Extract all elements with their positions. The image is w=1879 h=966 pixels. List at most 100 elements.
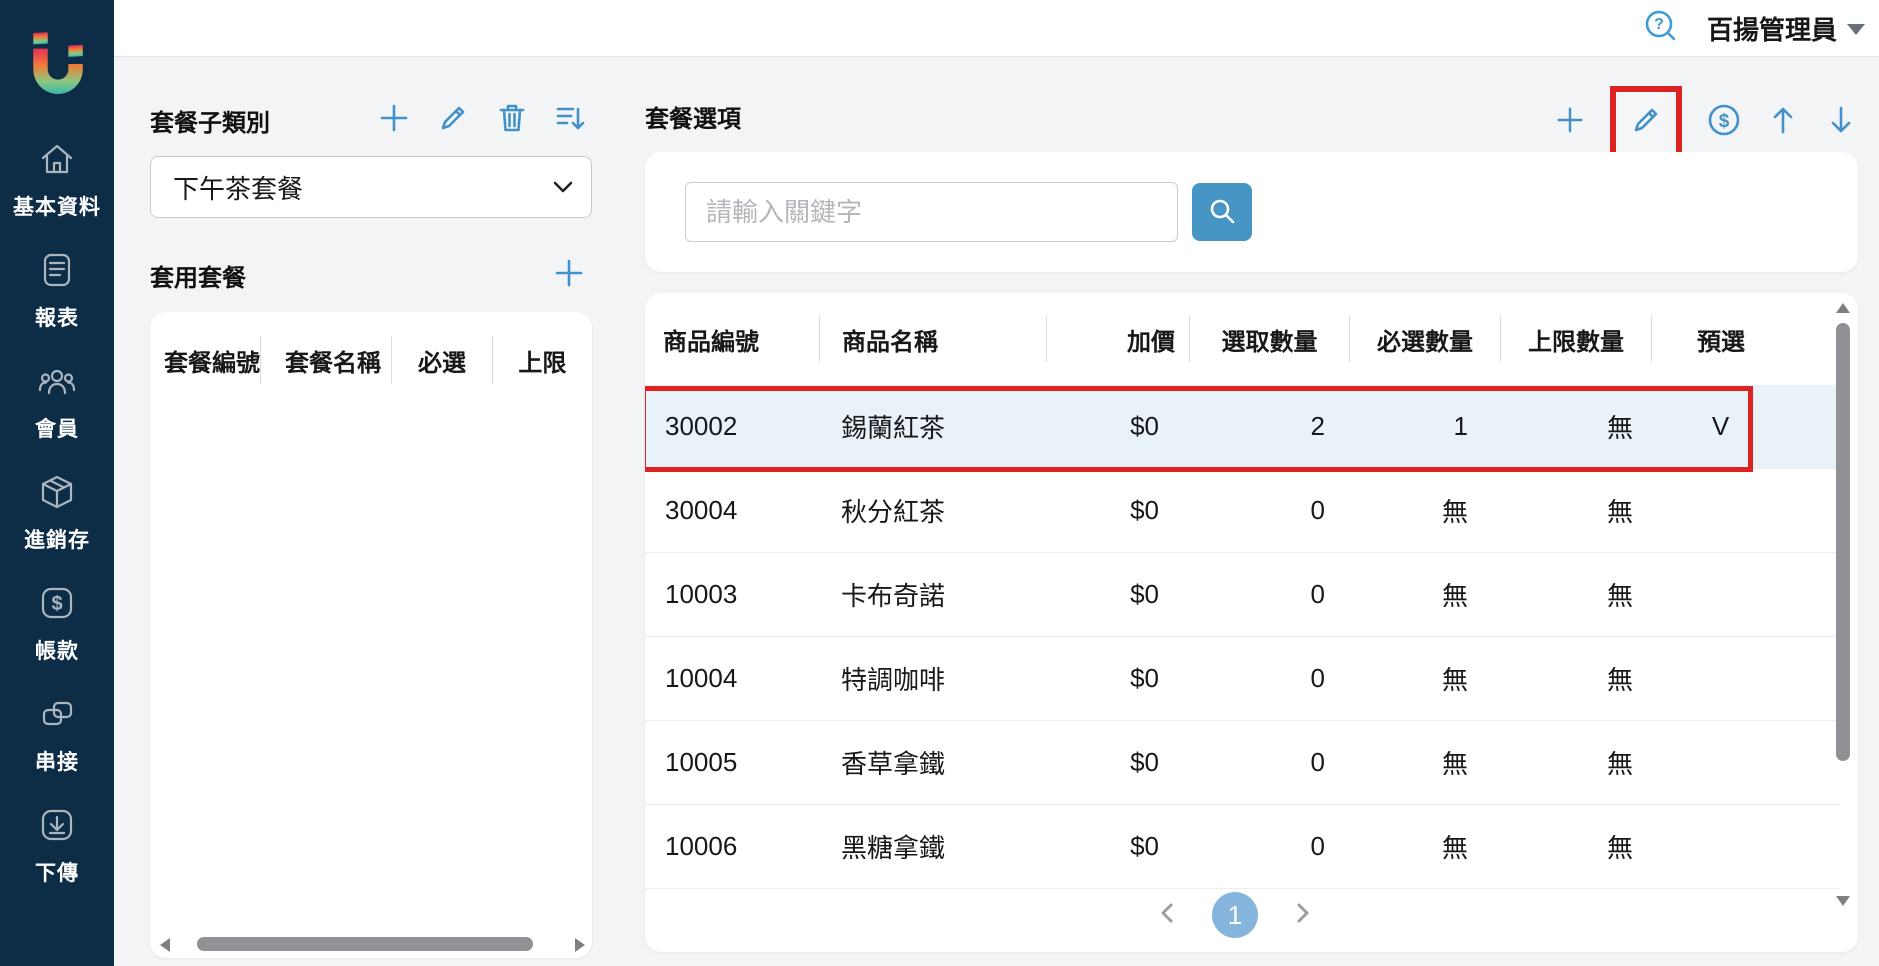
combo-options-toolbar: $ — [1554, 85, 1858, 159]
column-header: 商品編號 — [645, 316, 819, 362]
sidebar-item-basic-data[interactable]: 基本資料 — [13, 139, 101, 221]
search-icon — [1207, 196, 1237, 229]
pagination: 1 — [645, 892, 1825, 938]
scrollbar-thumb[interactable] — [197, 937, 533, 951]
admin-user-menu[interactable]: 百揚管理員 — [1707, 10, 1865, 47]
table-row[interactable]: 30002 錫蘭紅茶 $0 2 1 無 V — [645, 385, 1840, 469]
chevron-down-icon — [553, 181, 573, 193]
cell-select-qty: 0 — [1189, 747, 1349, 778]
applied-combos-table: 套餐編號 套餐名稱 必選 上限 — [150, 312, 592, 958]
horizontal-scrollbar[interactable] — [150, 936, 592, 952]
scrollbar-thumb[interactable] — [1836, 323, 1850, 761]
table-row[interactable]: 10004 特調咖啡 $0 0 無 無 — [645, 637, 1840, 721]
column-header: 預選 — [1651, 316, 1790, 362]
sort-subcategory-button[interactable] — [554, 101, 588, 140]
main-area: ? 百揚管理員 套餐子類別 — [114, 0, 1879, 966]
edit-subcategory-button[interactable] — [436, 101, 470, 140]
sidebar-item-download[interactable]: 下傳 — [35, 805, 79, 887]
cell-required-qty: 無 — [1349, 660, 1500, 697]
cell-limit-qty: 無 — [1500, 576, 1651, 613]
sidebar-item-label: 串接 — [35, 746, 79, 776]
prev-page-button[interactable] — [1156, 901, 1178, 930]
sidebar-item-reports[interactable]: 報表 — [35, 250, 79, 332]
cell-required-qty: 無 — [1349, 828, 1500, 865]
column-header: 加價 — [1046, 316, 1189, 362]
search-bar — [645, 152, 1858, 272]
cell-price: $0 — [1046, 747, 1189, 778]
cell-product-name: 秋分紅茶 — [819, 492, 1046, 529]
right-panel: 套餐選項 $ — [645, 85, 1858, 963]
cell-required-qty: 1 — [1349, 411, 1500, 442]
search-input[interactable] — [685, 182, 1178, 242]
sidebar-item-members[interactable]: 會員 — [35, 361, 79, 443]
cell-required-qty: 無 — [1349, 492, 1500, 529]
download-icon — [37, 805, 77, 850]
table-row[interactable]: 30004 秋分紅茶 $0 0 無 無 — [645, 469, 1840, 553]
topbar: ? 百揚管理員 — [114, 0, 1879, 57]
cell-product-id: 10005 — [645, 747, 819, 778]
search-button[interactable] — [1192, 183, 1252, 241]
table-header-row: 商品編號 商品名稱 加價 選取數量 必選數量 上限數量 預選 — [645, 293, 1858, 385]
delete-subcategory-button[interactable] — [495, 101, 529, 140]
sidebar-item-label: 報表 — [35, 302, 79, 332]
next-page-button[interactable] — [1292, 901, 1314, 930]
scroll-left-arrow[interactable] — [160, 938, 170, 952]
sidebar-item-label: 下傳 — [35, 857, 79, 887]
column-header: 必選 — [391, 336, 491, 384]
billing-icon: $ — [37, 583, 77, 628]
table-row[interactable]: 10005 香草拿鐵 $0 0 無 無 — [645, 721, 1840, 805]
add-subcategory-button[interactable] — [377, 101, 411, 140]
add-applied-combo-button[interactable] — [552, 256, 586, 295]
cell-required-qty: 無 — [1349, 744, 1500, 781]
help-icon[interactable]: ? — [1643, 8, 1679, 49]
svg-text:?: ? — [1654, 16, 1664, 33]
column-header: 上限 — [492, 336, 592, 384]
cell-product-id: 10004 — [645, 663, 819, 694]
price-option-button[interactable]: $ — [1706, 102, 1742, 143]
sidebar-item-billing[interactable]: $ 帳款 — [35, 583, 79, 665]
svg-text:$: $ — [1719, 111, 1730, 132]
cell-select-qty: 0 — [1189, 579, 1349, 610]
applied-combos-header-row: 套餐編號 套餐名稱 必選 上限 — [150, 336, 592, 384]
cell-price: $0 — [1046, 495, 1189, 526]
cell-product-name: 卡布奇諾 — [819, 576, 1046, 613]
column-header: 必選數量 — [1349, 316, 1500, 362]
left-panel: 套餐子類別 下午茶套餐 套用套餐 — [150, 95, 592, 963]
cell-limit-qty: 無 — [1500, 408, 1651, 445]
cell-limit-qty: 無 — [1500, 828, 1651, 865]
cell-product-name: 錫蘭紅茶 — [819, 408, 1046, 445]
sidebar-item-label: 基本資料 — [13, 191, 101, 221]
annotation-red-box-edit — [1610, 86, 1682, 159]
vertical-scrollbar[interactable] — [1835, 299, 1851, 946]
table-row[interactable]: 10006 黑糖拿鐵 $0 0 無 無 — [645, 805, 1840, 889]
cell-limit-qty: 無 — [1500, 492, 1651, 529]
sidebar-item-integration[interactable]: 串接 — [35, 694, 79, 776]
subcategory-title: 套餐子類別 — [150, 103, 270, 138]
scroll-up-arrow[interactable] — [1836, 303, 1850, 313]
report-icon — [37, 250, 77, 295]
column-header: 商品名稱 — [819, 316, 1046, 362]
move-down-button[interactable] — [1824, 103, 1858, 142]
subcategory-selected-value: 下午茶套餐 — [173, 169, 303, 206]
column-header: 上限數量 — [1500, 316, 1651, 362]
cell-product-name: 黑糖拿鐵 — [819, 828, 1046, 865]
cell-select-qty: 0 — [1189, 831, 1349, 862]
column-header: 套餐編號 — [150, 336, 260, 384]
brand-logo — [31, 30, 83, 101]
scroll-down-arrow[interactable] — [1836, 896, 1850, 906]
column-header: 套餐名稱 — [260, 336, 391, 384]
cell-limit-qty: 無 — [1500, 660, 1651, 697]
scroll-right-arrow[interactable] — [575, 938, 585, 952]
cell-select-qty: 2 — [1189, 411, 1349, 442]
move-up-button[interactable] — [1766, 103, 1800, 142]
current-page-button[interactable]: 1 — [1212, 892, 1258, 938]
cell-limit-qty: 無 — [1500, 744, 1651, 781]
table-row[interactable]: 10003 卡布奇諾 $0 0 無 無 — [645, 553, 1840, 637]
cell-required-qty: 無 — [1349, 576, 1500, 613]
sidebar-item-inventory[interactable]: 進銷存 — [24, 472, 90, 554]
inventory-icon — [37, 472, 77, 517]
edit-option-button[interactable] — [1629, 103, 1663, 142]
cell-price: $0 — [1046, 411, 1189, 442]
subcategory-select[interactable]: 下午茶套餐 — [150, 156, 592, 218]
add-option-button[interactable] — [1554, 104, 1586, 141]
